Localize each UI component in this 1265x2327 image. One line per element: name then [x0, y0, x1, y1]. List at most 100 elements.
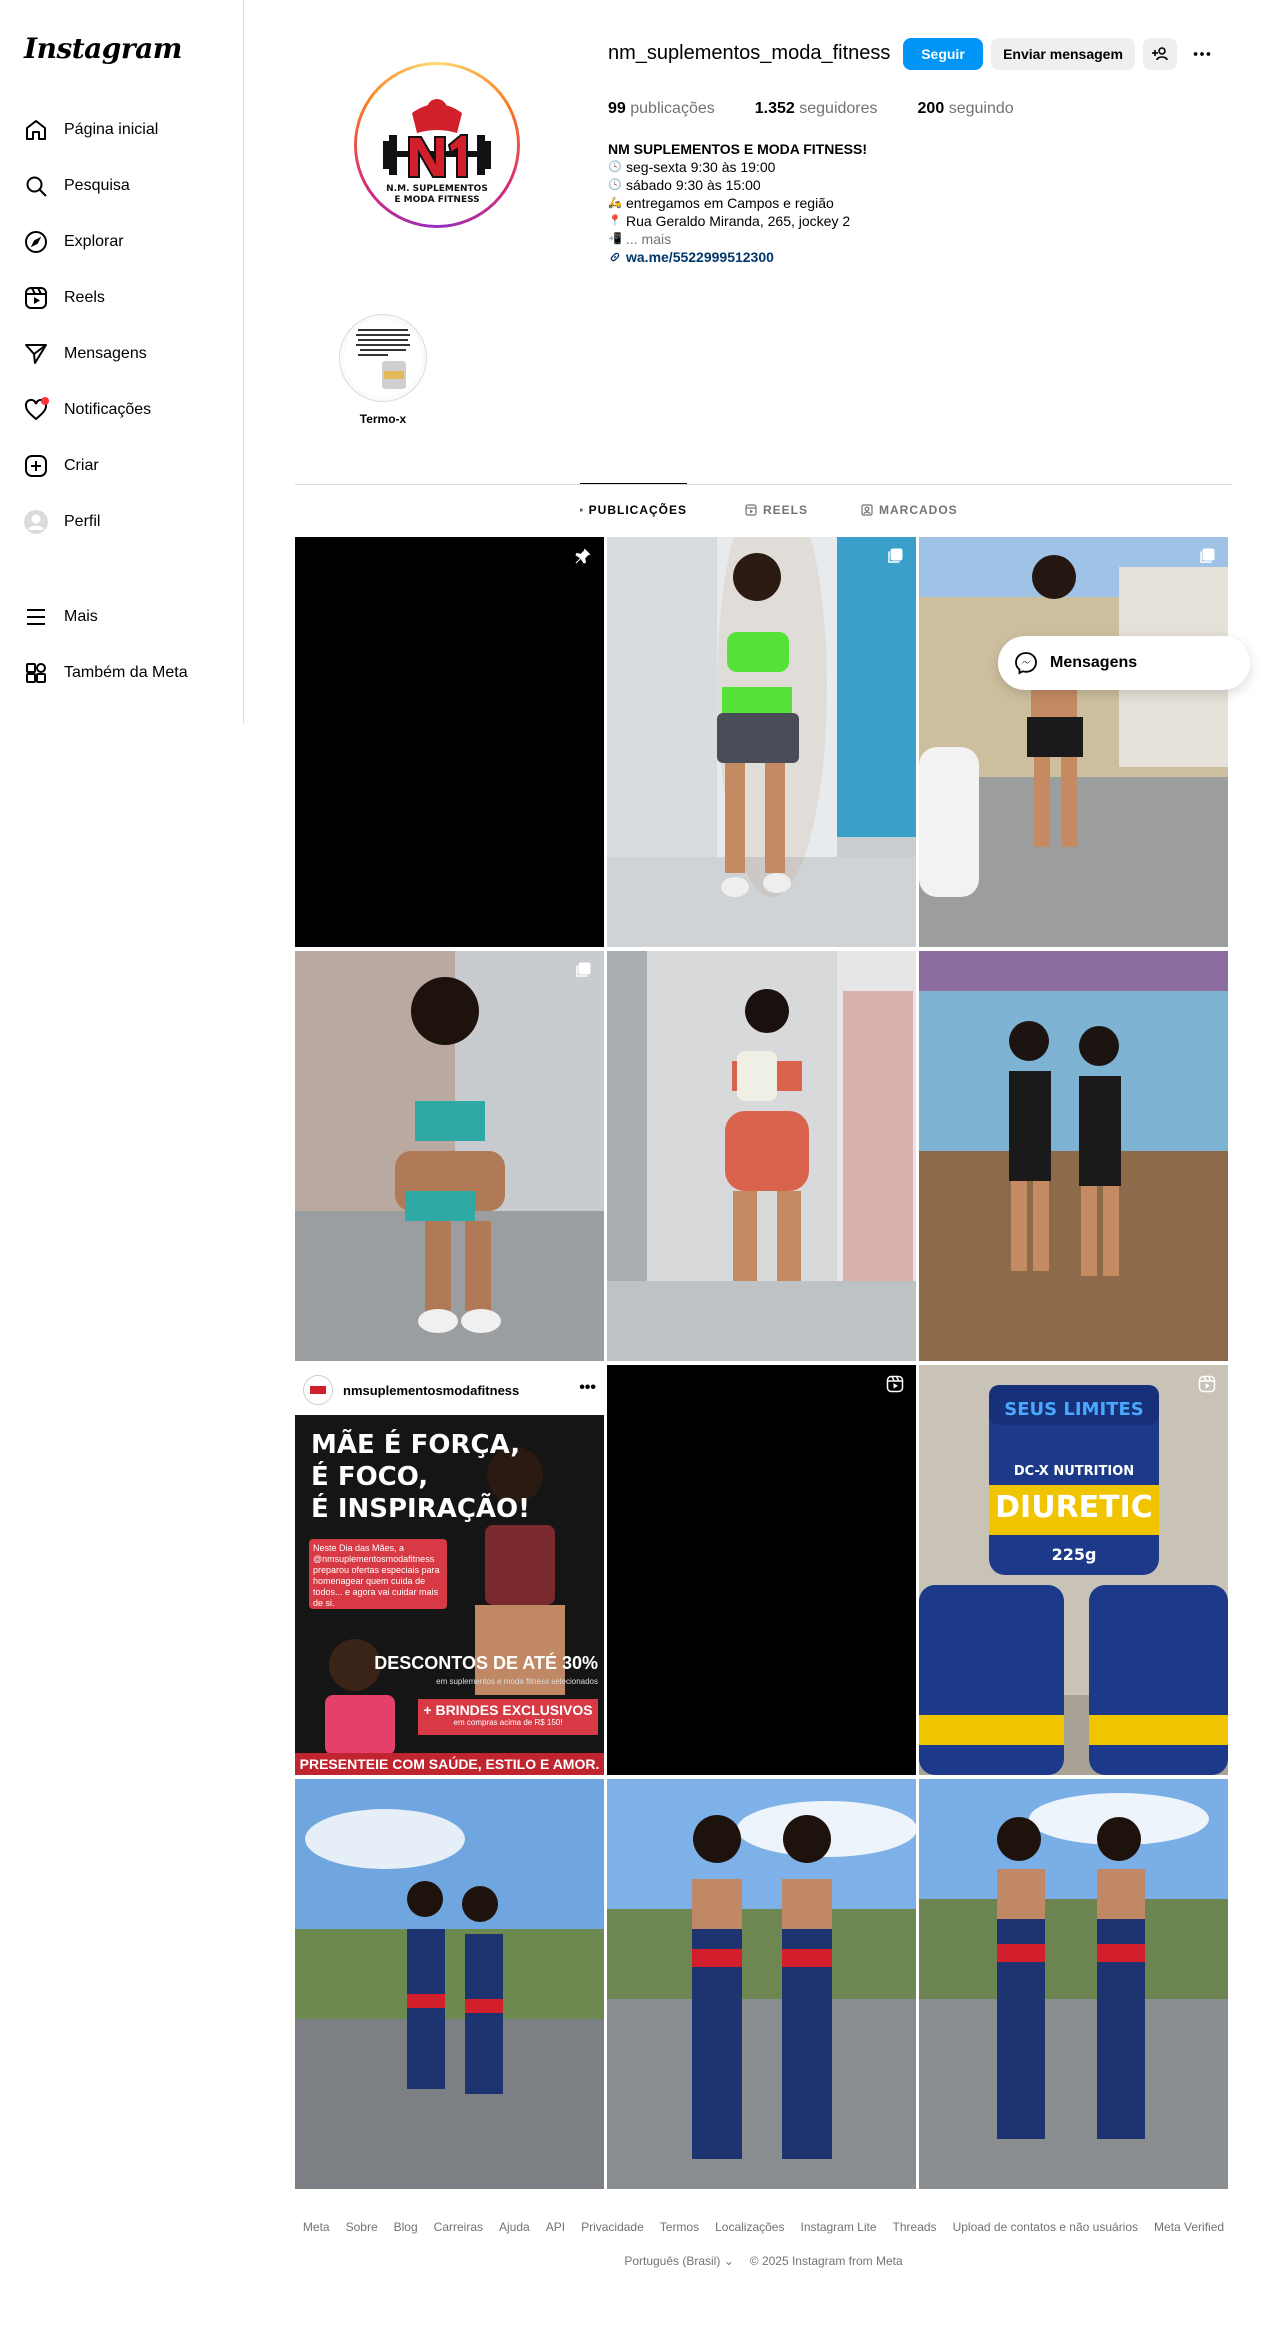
post-tile[interactable] — [607, 951, 916, 1361]
footer-link[interactable]: Ajuda — [499, 2220, 530, 2234]
bio-line: 🕓 sábado 9:30 às 15:00 — [608, 177, 761, 193]
product-name: DIURETIC — [995, 1490, 1153, 1525]
sidebar-item-label: Reels — [64, 289, 105, 306]
follow-button[interactable]: Seguir — [903, 38, 983, 70]
clock-icon: 🕓 — [608, 161, 622, 173]
footer-link[interactable]: Instagram Lite — [800, 2220, 876, 2234]
promo-discount-sub: em suplementos e moda fitness selecionad… — [436, 1677, 598, 1686]
post-photo — [919, 951, 1228, 1361]
promo-gifts: + BRINDES EXCLUSIVOS em compras acima de… — [418, 1699, 598, 1735]
profile-bio: NM SUPLEMENTOS E MODA FITNESS! 🕓 seg-sext… — [608, 140, 1028, 266]
sidebar-item-more[interactable]: Mais — [12, 593, 232, 641]
tab-tagged[interactable]: MARCADOS — [861, 484, 958, 536]
suggest-users-button[interactable] — [1143, 38, 1177, 70]
compass-icon — [25, 231, 47, 253]
language-selector[interactable]: Português (Brasil) ⌄ — [624, 2254, 733, 2268]
avatar-icon — [24, 510, 48, 534]
footer-link[interactable]: Meta Verified — [1154, 2220, 1224, 2234]
post-tile-carousel[interactable] — [607, 537, 916, 947]
instagram-logo[interactable]: Instagram — [24, 32, 182, 65]
promo-title: MÃE É FORÇA, É FOCO, É INSPIRAÇÃO! — [311, 1430, 531, 1524]
post-photo — [919, 1779, 1228, 2189]
sidebar-item-label: Perfil — [64, 513, 101, 530]
highlight-label: Termo-x — [359, 412, 407, 426]
footer-link[interactable]: Upload de contatos e não usuários — [953, 2220, 1138, 2234]
sidebar-item-explore[interactable]: Explorar — [12, 218, 232, 266]
sidebar-item-label: Notificações — [64, 401, 152, 418]
sidebar-item-home[interactable]: Página inicial — [12, 106, 232, 154]
notification-dot — [41, 397, 49, 405]
reels-icon — [745, 504, 757, 516]
story-highlight[interactable]: Termo-x — [339, 314, 427, 426]
sidebar-item-notifications[interactable]: Notificações — [12, 386, 232, 434]
more-options-button[interactable] — [1185, 38, 1219, 70]
tab-posts[interactable]: PUBLICAÇÕES — [580, 483, 687, 536]
bio-link[interactable]: wa.me/5522999512300 — [608, 248, 1028, 266]
footer-link[interactable]: Blog — [394, 2220, 418, 2234]
post-tile-promo[interactable]: nmsuplementosmodafitness ••• MÃE É FORÇA… — [295, 1365, 604, 1775]
post-tile-reel[interactable]: SEUS LIMITES DC-X NUTRITION DIURETIC 225… — [919, 1365, 1228, 1775]
footer-link[interactable]: Carreiras — [434, 2220, 483, 2234]
post-photo — [607, 537, 916, 947]
meta-apps-icon — [26, 663, 46, 683]
post-tile-reel[interactable] — [607, 1365, 916, 1775]
post-tile-carousel[interactable] — [919, 537, 1228, 947]
tagged-icon — [861, 504, 873, 516]
profile-username[interactable]: nm_suplementos_moda_fitness — [608, 42, 890, 65]
sidebar-item-label: Mais — [64, 608, 98, 625]
post-tile-carousel[interactable] — [295, 951, 604, 1361]
footer-link[interactable]: Meta — [303, 2220, 330, 2234]
sidebar-item-messages[interactable]: Mensagens — [12, 330, 232, 378]
footer-links: Meta Sobre Blog Carreiras Ajuda API Priv… — [295, 2220, 1232, 2234]
ellipsis-icon: ••• — [579, 1379, 596, 1396]
sidebar-item-meta[interactable]: Também da Meta — [12, 649, 232, 697]
bio-name: NM SUPLEMENTOS E MODA FITNESS! — [608, 141, 868, 157]
promo-account-name: nmsuplementosmodafitness — [343, 1382, 520, 1398]
reels-icon — [1198, 1375, 1216, 1393]
sidebar: Instagram Página inicial Pesquisa Explor… — [0, 0, 244, 723]
post-tile[interactable] — [295, 1779, 604, 2189]
heart-icon — [24, 397, 49, 422]
footer-link[interactable]: Localizações — [715, 2220, 784, 2234]
delivery-icon: 🛵 — [608, 197, 622, 209]
hamburger-icon — [27, 609, 45, 625]
footer-link[interactable]: Termos — [660, 2220, 699, 2234]
followers-count[interactable]: 1.352 seguidores — [755, 100, 878, 118]
post-photo: SEUS LIMITES DC-X NUTRITION DIURETIC 225… — [919, 1365, 1228, 1775]
sidebar-item-search[interactable]: Pesquisa — [12, 162, 232, 210]
sidebar-item-reels[interactable]: Reels — [12, 274, 232, 322]
tab-reels[interactable]: REELS — [745, 484, 808, 536]
promo-body: MÃE É FORÇA, É FOCO, É INSPIRAÇÃO! Neste… — [295, 1415, 604, 1775]
sidebar-item-create[interactable]: Criar — [12, 442, 232, 490]
floating-messages-button[interactable]: Mensagens — [998, 636, 1250, 690]
send-message-button[interactable]: Enviar mensagem — [991, 38, 1135, 70]
search-icon — [26, 176, 47, 197]
sidebar-item-label: Mensagens — [64, 345, 147, 362]
post-tile[interactable] — [919, 951, 1228, 1361]
product-tagline: SEUS LIMITES — [1004, 1399, 1143, 1420]
bio-more[interactable]: 📲... mais — [608, 230, 1028, 248]
carousel-icon — [576, 962, 591, 977]
avatar-logo-image: N.M. SUPLEMENTOS E MODA FITNESS — [357, 65, 517, 225]
profile-stats: 99 publicações 1.352 seguidores 200 segu… — [608, 100, 1014, 118]
send-icon — [25, 344, 47, 364]
footer-bottom: Português (Brasil) ⌄ © 2025 Instagram fr… — [295, 2254, 1232, 2268]
post-photo — [607, 1779, 916, 2189]
sidebar-item-profile[interactable]: Perfil — [12, 498, 232, 546]
following-count[interactable]: 200 seguindo — [918, 100, 1014, 118]
footer-link[interactable]: Privacidade — [581, 2220, 644, 2234]
footer-link[interactable]: Threads — [893, 2220, 937, 2234]
phone-icon: 📲 — [608, 233, 622, 245]
post-tile[interactable] — [919, 1779, 1228, 2189]
home-icon — [26, 120, 46, 140]
chevron-down-icon: ⌄ — [723, 2254, 734, 2268]
footer-link[interactable]: Sobre — [346, 2220, 378, 2234]
carousel-icon — [1200, 548, 1215, 563]
footer-link[interactable]: API — [546, 2220, 565, 2234]
highlight-ring — [339, 314, 427, 402]
post-tile-pinned[interactable] — [295, 537, 604, 947]
highlight-image — [344, 319, 422, 397]
tab-label: REELS — [763, 503, 809, 517]
profile-avatar[interactable]: N.M. SUPLEMENTOS E MODA FITNESS — [354, 62, 520, 228]
post-tile[interactable] — [607, 1779, 916, 2189]
